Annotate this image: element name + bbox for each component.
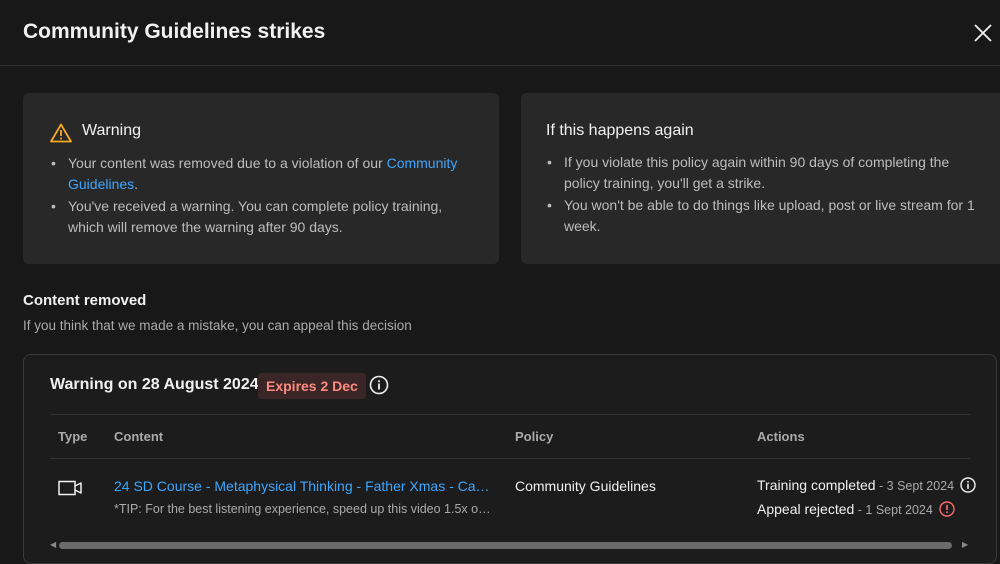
dialog-header: Community Guidelines strikes <box>0 0 1000 66</box>
policy-name: Community Guidelines <box>515 478 656 494</box>
column-header-policy: Policy <box>515 429 554 444</box>
content-removed-subtitle: If you think that we made a mistake, you… <box>23 318 412 333</box>
warning-bullet-violation: Your content was removed due to a violat… <box>48 153 468 195</box>
info-icon[interactable] <box>960 477 976 493</box>
error-info-icon[interactable] <box>939 501 955 517</box>
info-icon[interactable] <box>369 375 389 395</box>
expires-badge: Expires 2 Dec <box>258 373 366 399</box>
action-appeal-rejected: Appeal rejected - 1 Sept 2024 <box>757 501 955 517</box>
close-icon[interactable] <box>972 22 994 44</box>
table-divider-header <box>50 458 970 459</box>
action-appeal-date: - 1 Sept 2024 <box>854 503 933 517</box>
video-description: *TIP: For the best listening experience,… <box>114 502 494 516</box>
consequence-bullets: If you violate this policy again within … <box>544 152 976 238</box>
action-training-date: - 3 Sept 2024 <box>875 479 955 493</box>
warning-card: Warning Your content was removed due to … <box>23 93 499 264</box>
warning-triangle-icon <box>50 123 72 143</box>
consequence-card: If this happens again If you violate thi… <box>521 93 1000 264</box>
video-camera-icon <box>58 480 82 496</box>
action-appeal-label: Appeal rejected <box>757 501 855 517</box>
consequence-bullet-restriction: You won't be able to do things like uplo… <box>544 195 976 237</box>
scroll-right-arrow[interactable]: ▶ <box>962 540 968 549</box>
warning-bullet-training: You've received a warning. You can compl… <box>48 196 468 238</box>
horizontal-scrollbar-thumb[interactable] <box>59 542 952 549</box>
strike-title: Warning on 28 August 2024 <box>50 376 259 393</box>
warning-bullets: Your content was removed due to a violat… <box>48 153 468 239</box>
scroll-left-arrow[interactable]: ◀ <box>50 540 56 549</box>
dialog-title: Community Guidelines strikes <box>23 20 326 43</box>
warning-heading: Warning <box>82 122 141 139</box>
video-title-link[interactable]: 24 SD Course - Metaphysical Thinking - F… <box>114 478 494 494</box>
action-training-completed: Training completed - 3 Sept 2024 <box>757 477 976 493</box>
column-header-content: Content <box>114 429 164 444</box>
consequence-heading: If this happens again <box>546 122 694 139</box>
content-removed-title: Content removed <box>23 292 147 309</box>
consequence-bullet-strike: If you violate this policy again within … <box>544 152 976 194</box>
column-header-type: Type <box>58 429 88 444</box>
column-header-actions: Actions <box>757 429 805 444</box>
action-training-label: Training completed <box>757 477 876 493</box>
table-divider-top <box>50 414 970 415</box>
